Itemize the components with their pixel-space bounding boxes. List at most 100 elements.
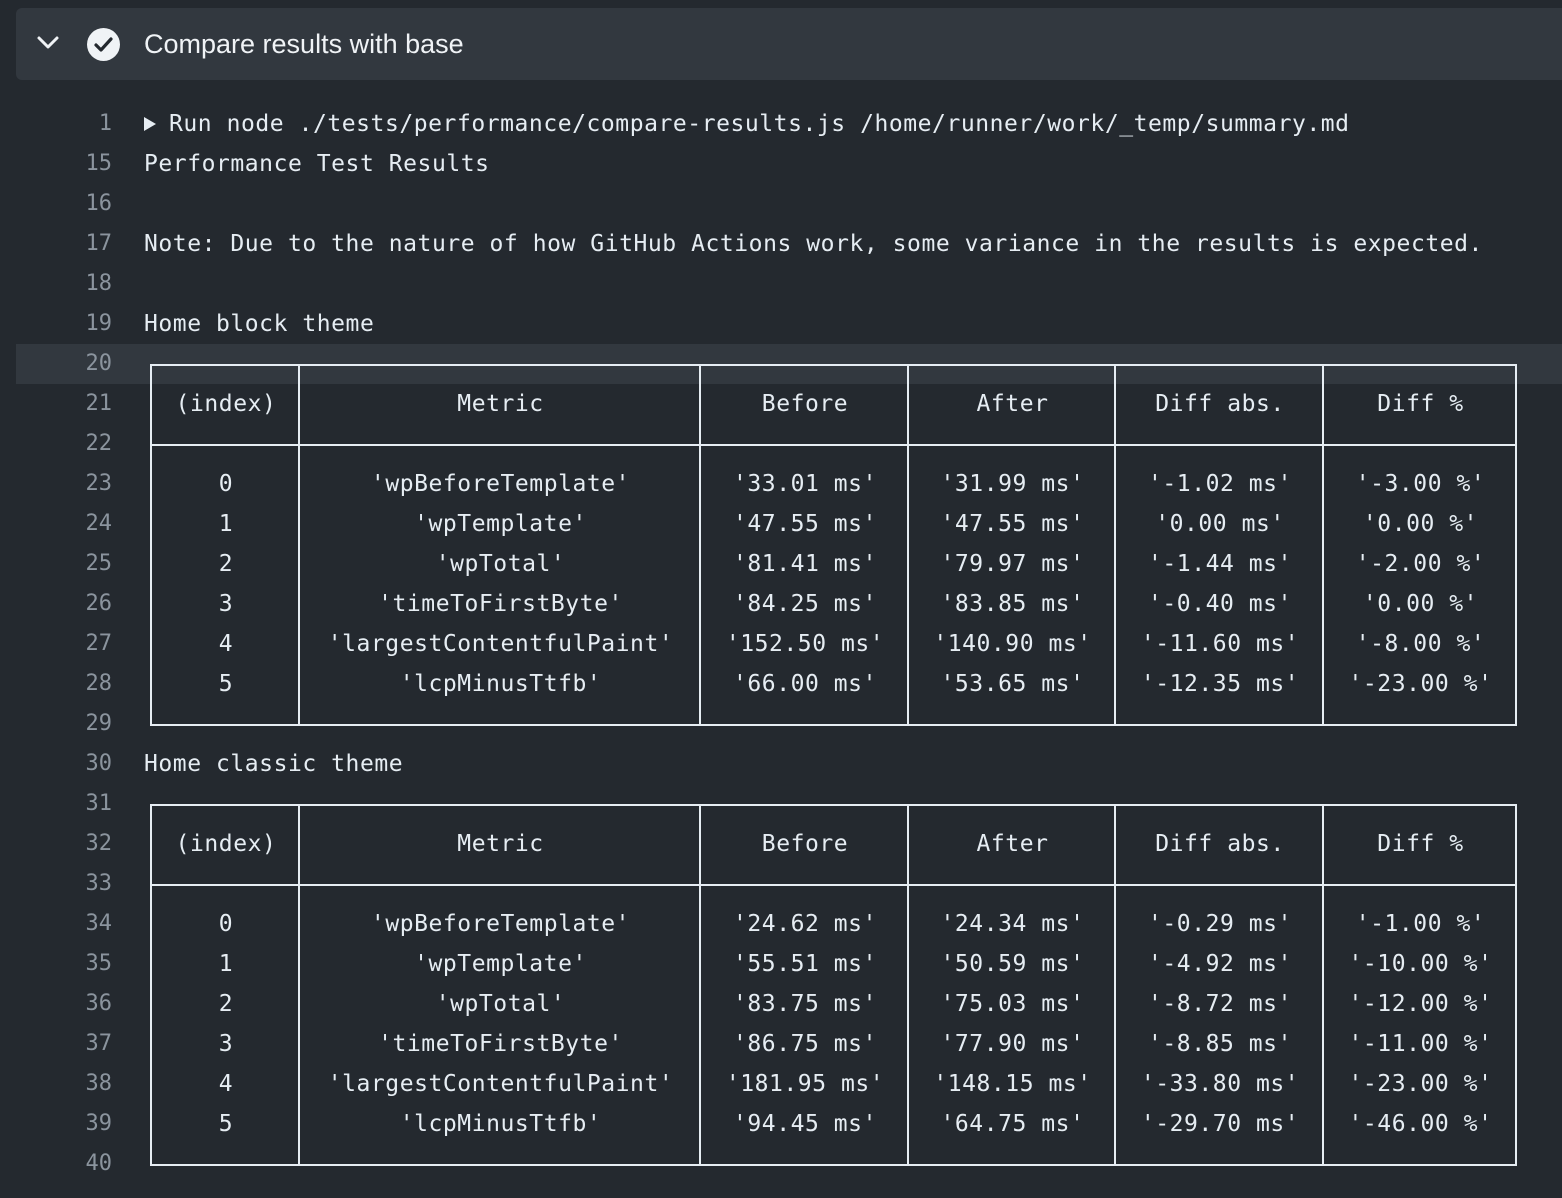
table-cell: '83.75 ms' (733, 991, 877, 1017)
line-number[interactable]: 38 (80, 1064, 113, 1104)
table-cell: 'largestContentfulPaint' (327, 1071, 674, 1097)
line-number[interactable]: 18 (80, 264, 113, 304)
table-cell: '-12.00 %' (1348, 991, 1493, 1017)
check-circle-icon (87, 28, 120, 61)
column-header: (index) (175, 391, 277, 417)
table-cell: '-1.00 %' (1355, 911, 1486, 937)
log-line[interactable]: 16 (0, 184, 1562, 224)
results-table-block-theme: (index) Metric Before After Diff abs. Diff % 0… (150, 364, 1517, 726)
table-cell: 4 (218, 1071, 234, 1097)
line-number[interactable]: 28 (80, 664, 113, 704)
table-cell: '-4.92 ms' (1148, 951, 1292, 977)
line-number[interactable]: 22 (80, 424, 113, 464)
line-number[interactable]: 19 (80, 304, 113, 344)
line-number[interactable]: 34 (80, 904, 113, 944)
line-number[interactable]: 16 (80, 184, 113, 224)
table-cell: '64.75 ms' (940, 1111, 1085, 1137)
line-number[interactable]: 29 (80, 704, 113, 744)
table-cell: '181.95 ms' (725, 1071, 885, 1097)
table-cell: '152.50 ms' (725, 631, 885, 657)
table-cell: '-11.00 %' (1348, 1031, 1493, 1057)
table-cell: 1 (218, 511, 234, 537)
log-text: Performance Test Results (144, 151, 490, 177)
table-cell: 4 (218, 631, 234, 657)
line-number[interactable]: 20 (80, 344, 113, 384)
log-line[interactable]: 15 Performance Test Results (0, 144, 1562, 184)
line-number[interactable]: 36 (80, 984, 113, 1024)
table-cell: '-0.29 ms' (1148, 911, 1292, 937)
table-cell: '-23.00 %' (1348, 1071, 1493, 1097)
table-cell: '-0.40 ms' (1148, 591, 1292, 617)
line-number[interactable]: 15 (80, 144, 113, 184)
table-cell: '-8.00 %' (1355, 631, 1486, 657)
results-table-classic-theme: (index) Metric Before After Diff abs. Diff % 0… (150, 804, 1517, 1166)
table-cell: '148.15 ms' (933, 1071, 1092, 1097)
line-number[interactable]: 21 (80, 384, 113, 424)
log-line[interactable]: 1 Run node ./tests/performance/compare-re… (0, 104, 1562, 144)
table-cell: '81.41 ms' (733, 551, 877, 577)
line-number[interactable]: 1 (80, 104, 112, 144)
expand-triangle-icon[interactable] (144, 117, 156, 131)
line-number[interactable]: 32 (80, 824, 113, 864)
line-number[interactable]: 23 (80, 464, 113, 504)
log-line[interactable]: 17 Note: Due to the nature of how GitHub … (0, 224, 1562, 264)
table-cell: 5 (218, 671, 234, 697)
table-cell: '0.00 %' (1362, 591, 1479, 617)
run-command[interactable]: Run node ./tests/performance/compare-res… (144, 104, 1350, 144)
table-cell: '77.90 ms' (940, 1031, 1085, 1057)
line-number[interactable]: 35 (80, 944, 113, 984)
line-number[interactable]: 27 (80, 624, 113, 664)
log-text: Home classic theme (144, 751, 404, 777)
table-cell: 'largestContentfulPaint' (327, 631, 674, 657)
line-number[interactable]: 40 (80, 1144, 113, 1184)
column-header: Diff abs. (1155, 831, 1285, 857)
table-cell: 'wpTemplate' (414, 951, 587, 977)
table-cell: '47.55 ms' (733, 511, 877, 537)
line-number[interactable]: 39 (80, 1104, 113, 1144)
log-line[interactable]: 19 Home block theme (0, 304, 1562, 344)
table-cell: 0 (218, 911, 234, 937)
table-cell: 3 (218, 1031, 234, 1057)
table-cell: 'lcpMinusTtfb' (399, 1111, 602, 1137)
column-header: Before (761, 831, 849, 857)
step-title[interactable]: Compare results with base (144, 26, 464, 62)
table-cell: 1 (218, 951, 234, 977)
table-cell: '-23.00 %' (1348, 671, 1493, 697)
column-header: Metric (457, 831, 544, 857)
table-cell: '66.00 ms' (733, 671, 877, 697)
table-cell: '86.75 ms' (733, 1031, 877, 1057)
table-cell: 'wpBeforeTemplate' (370, 471, 631, 497)
table-cell: '140.90 ms' (933, 631, 1092, 657)
table-cell: '84.25 ms' (733, 591, 877, 617)
table-cell: '55.51 ms' (733, 951, 877, 977)
line-number[interactable]: 37 (80, 1024, 113, 1064)
line-number[interactable]: 33 (80, 864, 113, 904)
table-cell: '31.99 ms' (940, 471, 1085, 497)
table-cell: 'wpTotal' (435, 991, 566, 1017)
line-number[interactable]: 31 (80, 784, 113, 824)
table-cell: 0 (218, 471, 234, 497)
log-line[interactable]: 30 Home classic theme (0, 744, 1562, 784)
table-cell: 2 (218, 991, 234, 1017)
table-cell: '-10.00 %' (1348, 951, 1493, 977)
table-cell: '-11.60 ms' (1140, 631, 1300, 657)
table-cell: '-46.00 %' (1348, 1111, 1493, 1137)
table-cell: '83.85 ms' (940, 591, 1085, 617)
line-number[interactable]: 24 (80, 504, 113, 544)
column-header: After (976, 391, 1049, 417)
header-separator (152, 444, 1515, 446)
table-cell: '24.34 ms' (940, 911, 1085, 937)
log-line[interactable]: 18 (0, 264, 1562, 304)
column-header: Diff abs. (1155, 391, 1285, 417)
table-cell: 'timeToFirstByte' (378, 1031, 623, 1057)
table-cell: '0.00 %' (1362, 511, 1479, 537)
column-header: Metric (457, 391, 544, 417)
table-cell: '79.97 ms' (940, 551, 1085, 577)
line-number[interactable]: 17 (80, 224, 113, 264)
line-number[interactable]: 26 (80, 584, 113, 624)
table-cell: '24.62 ms' (733, 911, 877, 937)
table-cell: 3 (218, 591, 234, 617)
chevron-down-icon[interactable] (36, 34, 60, 54)
line-number[interactable]: 25 (80, 544, 113, 584)
line-number[interactable]: 30 (80, 744, 113, 784)
